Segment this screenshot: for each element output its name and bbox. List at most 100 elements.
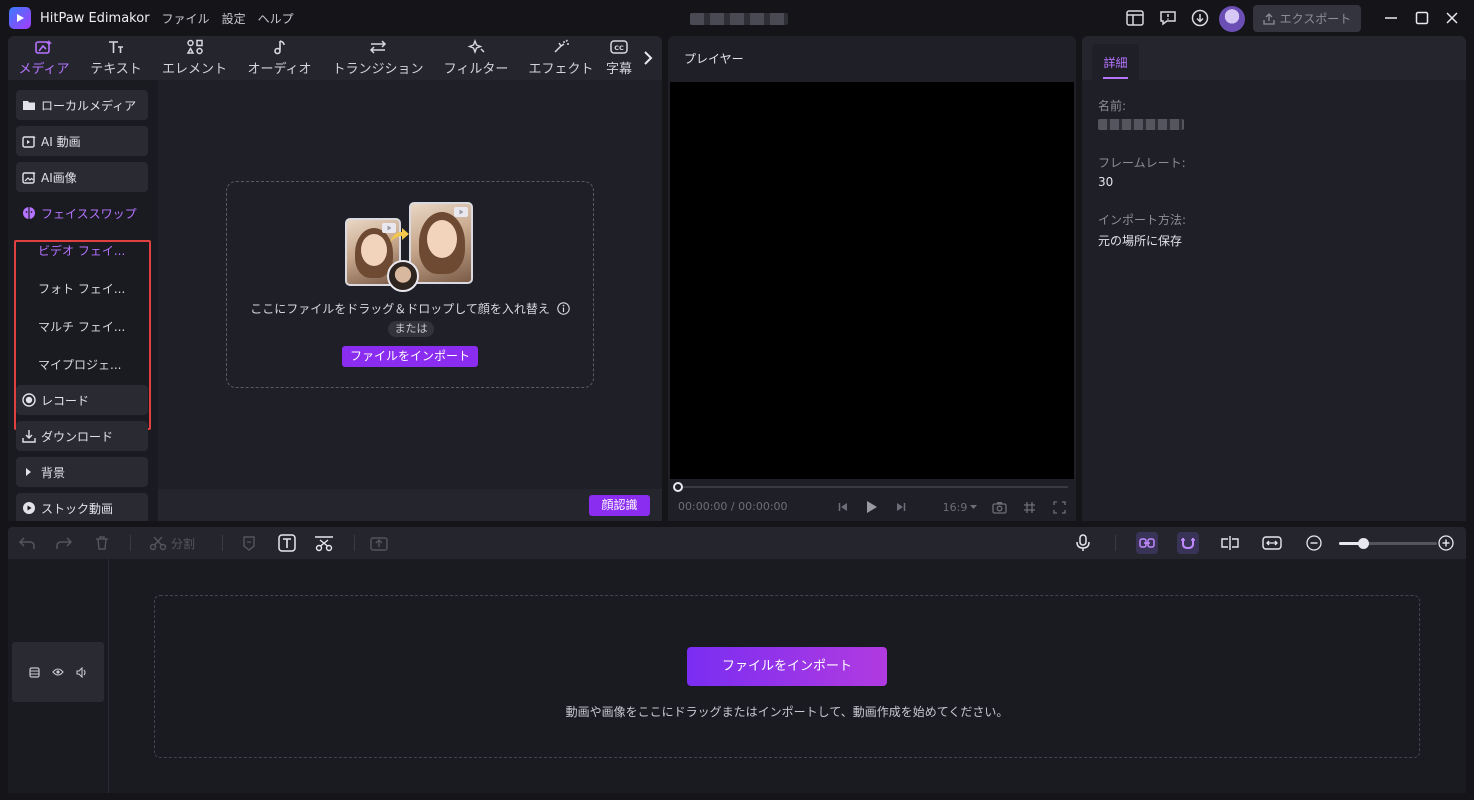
- sidebar-item-label: AI 動画: [41, 134, 81, 149]
- playback-progress-bar[interactable]: [673, 482, 1068, 492]
- zoom-slider[interactable]: [1339, 538, 1437, 549]
- speaker-icon[interactable]: [75, 666, 88, 678]
- grid-icon[interactable]: [1020, 499, 1038, 515]
- sidebar-item-background[interactable]: 背景: [16, 457, 148, 487]
- tab-transition[interactable]: トランジション: [322, 36, 434, 80]
- tab-audio[interactable]: オーディオ: [237, 36, 322, 80]
- fit-width-icon[interactable]: [1262, 533, 1282, 553]
- menu-file[interactable]: ファイル: [162, 10, 210, 27]
- text-tool-icon[interactable]: [278, 533, 296, 553]
- eye-icon[interactable]: [51, 667, 64, 677]
- sidebar-item-label: AI画像: [41, 170, 77, 185]
- import-file-button[interactable]: ファイルをインポート: [342, 346, 478, 367]
- export-clip-icon[interactable]: [370, 533, 388, 553]
- menu-settings[interactable]: 設定: [222, 10, 246, 27]
- minimize-icon[interactable]: [1382, 9, 1400, 27]
- sidebar-subitem-my-projects[interactable]: マイプロジェ...: [38, 349, 148, 379]
- redo-icon[interactable]: [55, 533, 73, 553]
- detail-panel: 詳細 名前: フレームレート: 30 インポート方法: 元の場所に保存: [1082, 36, 1466, 521]
- link-toggle-icon[interactable]: [1136, 532, 1158, 554]
- play-icon[interactable]: [864, 499, 880, 515]
- sidebar-subitem-photo-face-swap[interactable]: フォト フェイ...: [38, 273, 148, 303]
- info-icon[interactable]: [556, 302, 570, 315]
- play-icon: [23, 502, 35, 514]
- sidebar-subitem-multi-face-swap[interactable]: マルチ フェイ...: [38, 311, 148, 341]
- sidebar-item-label: ストック動画: [41, 501, 114, 516]
- import-method-value: 元の場所に保存: [1098, 234, 1183, 248]
- media-content-area: ここにファイルをドラッグ＆ドロップして顔を入れ替え または ファイルをインポート…: [158, 80, 662, 521]
- preview-screen[interactable]: [670, 82, 1074, 479]
- download-circle-icon[interactable]: [1190, 8, 1210, 28]
- sidebar-item-download[interactable]: ダウンロード: [16, 421, 148, 451]
- next-frame-icon[interactable]: [894, 499, 908, 515]
- face-avatar-thumbnail: [387, 260, 419, 292]
- timeline-import-button[interactable]: ファイルをインポート: [687, 647, 887, 686]
- timeline-toolbar: 分割: [8, 527, 1466, 559]
- zoom-handle[interactable]: [1358, 538, 1369, 549]
- layout-icon[interactable]: [1125, 8, 1145, 28]
- user-avatar[interactable]: [1219, 6, 1245, 32]
- zoom-out-icon[interactable]: [1306, 533, 1322, 553]
- player-title: プレイヤー: [684, 52, 744, 66]
- aspect-ratio-dropdown[interactable]: 16:9: [940, 499, 980, 515]
- tabs-scroll-right-icon[interactable]: [634, 36, 662, 80]
- tab-element[interactable]: エレメント: [152, 36, 237, 80]
- tab-details[interactable]: 詳細: [1092, 44, 1139, 80]
- export-label: エクスポート: [1279, 12, 1352, 26]
- tab-media[interactable]: メディア: [8, 36, 80, 80]
- tab-subtitle[interactable]: CC 字幕: [604, 36, 634, 80]
- progress-handle[interactable]: [673, 482, 683, 492]
- filter-icon: [467, 39, 485, 54]
- close-icon[interactable]: [1443, 9, 1461, 27]
- sidebar-item-label: ダウンロード: [41, 429, 114, 444]
- element-icon: [186, 39, 203, 55]
- sidebar-item-ai-image[interactable]: AI画像: [16, 162, 148, 192]
- sidebar-item-face-swap[interactable]: フェイススワップ: [16, 198, 148, 228]
- microphone-icon[interactable]: [1075, 533, 1091, 553]
- snapshot-icon[interactable]: [990, 499, 1008, 515]
- sidebar-item-ai-video[interactable]: AI 動画: [16, 126, 148, 156]
- drop-text: ここにファイルをドラッグ＆ドロップして顔を入れ替え: [250, 302, 550, 316]
- feedback-icon[interactable]: [1158, 8, 1178, 28]
- face-swap-icon: [23, 207, 35, 219]
- marker-icon[interactable]: [241, 533, 257, 553]
- scissors-icon: [149, 536, 167, 551]
- delete-icon[interactable]: [94, 533, 110, 553]
- cut-tool-icon[interactable]: [314, 533, 334, 553]
- undo-icon[interactable]: [18, 533, 36, 553]
- sidebar-item-label: 背景: [41, 465, 66, 480]
- effect-icon: [554, 39, 569, 53]
- record-icon: [22, 393, 36, 407]
- total-time: 00:00:00: [738, 500, 788, 513]
- tab-effect[interactable]: エフェクト: [518, 36, 604, 80]
- split-track-icon[interactable]: [1220, 533, 1240, 553]
- timeline-area: ファイルをインポート 動画や画像をここにドラッグまたはインポートして、動画作成を…: [8, 559, 1466, 793]
- sidebar-item-record[interactable]: レコード: [16, 385, 148, 415]
- app-logo-icon: [9, 7, 31, 29]
- export-button[interactable]: エクスポート: [1253, 5, 1361, 32]
- split-button[interactable]: 分割: [149, 533, 195, 553]
- prev-frame-icon[interactable]: [836, 499, 850, 515]
- sidebar-item-local-media[interactable]: ローカルメディア: [16, 90, 148, 120]
- text-icon: [109, 41, 123, 53]
- ai-video-icon: [22, 135, 36, 148]
- timeline-drop-zone[interactable]: ファイルをインポート 動画や画像をここにドラッグまたはインポートして、動画作成を…: [154, 595, 1420, 758]
- sidebar-subitem-video-face-swap[interactable]: ビデオ フェイ...: [38, 235, 148, 265]
- framerate-label: フレームレート:: [1098, 156, 1186, 170]
- fullscreen-icon[interactable]: [1050, 499, 1068, 515]
- face-swap-drop-zone[interactable]: ここにファイルをドラッグ＆ドロップして顔を入れ替え または ファイルをインポート: [226, 181, 594, 388]
- face-detect-button[interactable]: 顔認識: [589, 495, 650, 516]
- zoom-in-icon[interactable]: [1438, 533, 1454, 553]
- sidebar-item-stock-video[interactable]: ストック動画: [16, 493, 148, 521]
- tab-text[interactable]: テキスト: [80, 36, 152, 80]
- tab-filter[interactable]: フィルター: [434, 36, 518, 80]
- time-readout: 00:00:00 / 00:00:00: [678, 500, 788, 513]
- timeline-hint: 動画や画像をここにドラッグまたはインポートして、動画作成を始めてください。: [565, 705, 1009, 719]
- maximize-icon[interactable]: [1413, 9, 1431, 27]
- film-icon[interactable]: [28, 666, 40, 678]
- menu-help[interactable]: ヘルプ: [258, 10, 294, 27]
- sidebar-item-label: レコード: [41, 393, 90, 408]
- tab-label: メディア: [18, 62, 70, 77]
- magnet-toggle-icon[interactable]: [1177, 532, 1199, 554]
- aspect-ratio-value: 16:9: [942, 500, 968, 514]
